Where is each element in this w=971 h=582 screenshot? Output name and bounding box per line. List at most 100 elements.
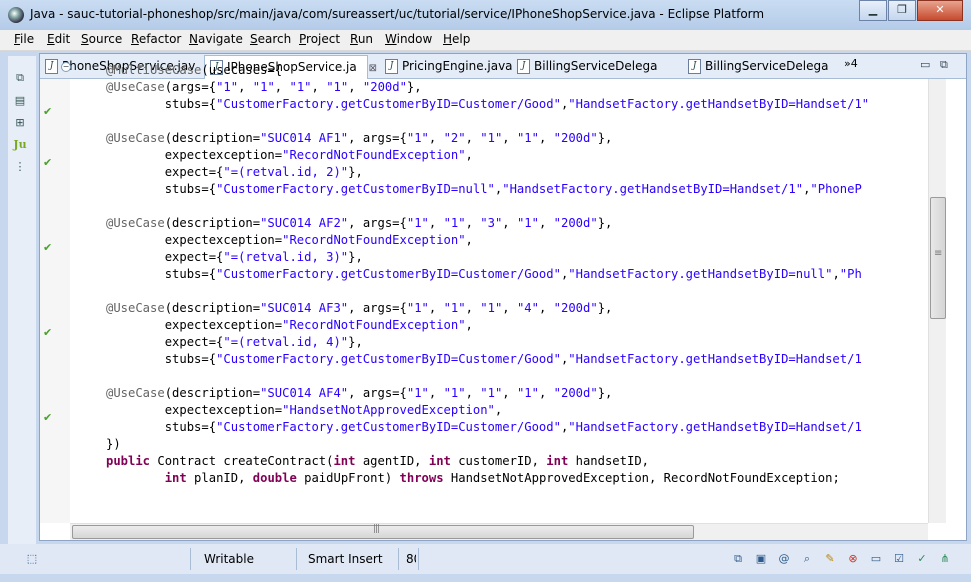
code-token: , — [832, 267, 840, 281]
code-token: }, — [597, 131, 613, 145]
passed-check-icon: ✔ — [43, 241, 53, 254]
code-token: "Ph — [839, 267, 862, 281]
code-line: expectexception="RecordNotFoundException… — [106, 147, 928, 164]
menu-window[interactable]: Window — [385, 32, 432, 46]
code-token: "1" — [443, 216, 466, 230]
code-token: }, — [348, 335, 363, 349]
code-token: "=(retval.id, 2)" — [223, 165, 349, 179]
code-token: "1" — [326, 80, 349, 94]
code-token: stubs={ — [106, 182, 217, 196]
code-token: "1" — [406, 301, 429, 315]
code-token: "SUC014 AF1" — [260, 131, 349, 145]
maximize-view-icon[interactable]: ⧉ — [940, 58, 948, 72]
code-token: , — [465, 131, 481, 145]
code-line: expect={"=(retval.id, 2)"}, — [106, 164, 928, 181]
at-icon[interactable]: @ — [776, 551, 792, 567]
code-token: "HandsetFactory.getHandsetByID=Handset/1 — [568, 352, 862, 366]
code-token: "CustomerFactory.getCustomerByID=Custome… — [216, 420, 561, 434]
pin-icon[interactable]: ✎ — [822, 551, 838, 567]
error-icon[interactable]: ⊗ — [845, 551, 861, 567]
code-token: "SUC014 AF4" — [260, 386, 349, 400]
code-token: , — [428, 131, 444, 145]
window-title: Java - sauc-tutorial-phoneshop/src/main/… — [30, 7, 765, 21]
code-token: (description= — [164, 216, 261, 230]
code-line: public Contract createContract(int agent… — [106, 453, 928, 470]
horizontal-scroll-thumb[interactable] — [72, 524, 694, 539]
code-token: "3" — [480, 216, 503, 230]
search-icon[interactable]: ⌕ — [799, 551, 815, 567]
menu-help[interactable]: Help — [443, 32, 470, 46]
menu-navigate[interactable]: Navigate — [189, 32, 243, 46]
code-token: , — [465, 148, 473, 162]
menu-search[interactable]: Search — [250, 32, 291, 46]
code-token: planID, — [186, 471, 253, 485]
restore-icon[interactable]: ⧉ — [12, 70, 28, 86]
code-token: @UseCase — [106, 131, 165, 145]
code-token: @MultiUseCase — [106, 63, 202, 77]
status-separator — [418, 548, 419, 570]
passed-check-icon: ✔ — [43, 156, 53, 169]
code-token: (args={ — [164, 80, 217, 94]
code-line: stubs={"CustomerFactory.getCustomerByID=… — [106, 96, 928, 113]
code-token: , — [428, 216, 444, 230]
code-token: "1" — [216, 80, 239, 94]
fast-view-icon[interactable]: ⬚ — [24, 551, 40, 567]
vertical-scroll-thumb[interactable] — [930, 197, 946, 319]
code-token: public — [106, 454, 151, 468]
monitor-icon[interactable]: ▭ — [868, 551, 884, 567]
maximize-button[interactable]: ❐ — [888, 0, 916, 21]
code-token: , — [465, 301, 481, 315]
code-area[interactable]: @MultiUseCase(usecases={@UseCase(args={"… — [106, 62, 928, 498]
code-token: stubs={ — [106, 97, 217, 111]
horizontal-scrollbar[interactable] — [70, 523, 928, 540]
code-token: , — [274, 80, 290, 94]
hierarchy-icon[interactable]: ⊞ — [12, 115, 28, 131]
code-token: "CustomerFactory.getCustomerByID=Custome… — [216, 352, 561, 366]
code-token: int — [428, 454, 451, 468]
code-token: "200d" — [553, 301, 598, 315]
vertical-scrollbar[interactable] — [928, 79, 946, 523]
menu-project[interactable]: Project — [299, 32, 340, 46]
code-token: expect={ — [106, 335, 224, 349]
code-token: expectexception= — [106, 233, 283, 247]
code-line: expectexception="HandsetNotApprovedExcep… — [106, 402, 928, 419]
code-line: @UseCase(description="SUC014 AF4", args=… — [106, 385, 928, 402]
code-token: (usecases={ — [201, 63, 283, 77]
image-icon[interactable]: ▣ — [753, 551, 769, 567]
code-line: @UseCase(description="SUC014 AF1", args=… — [106, 130, 928, 147]
code-token: "CustomerFactory.getCustomerByID=Custome… — [216, 97, 561, 111]
java-editor: J PhoneShopService.jav J IPhoneShopServi… — [39, 53, 967, 541]
menu-edit[interactable]: Edit — [47, 32, 70, 46]
junit-icon[interactable]: Ju — [12, 137, 28, 153]
code-line: int planID, double paidUpFront) throws H… — [106, 470, 928, 487]
code-token: paidUpFront) — [296, 471, 400, 485]
window-controls: ▁ ❐ ✕ — [858, 0, 963, 21]
menu-file[interactable]: File — [14, 32, 34, 46]
menu-source[interactable]: Source — [81, 32, 122, 46]
code-token: "200d" — [553, 216, 598, 230]
code-token: handsetID, — [568, 454, 649, 468]
code-token: , — [348, 80, 363, 94]
menu-run[interactable]: Run — [350, 32, 373, 46]
code-token: "1" — [516, 131, 539, 145]
task-icon[interactable]: ☑ — [891, 551, 907, 567]
code-token: "1" — [480, 131, 503, 145]
menu-refactor[interactable]: Refactor — [131, 32, 181, 46]
tree-icon[interactable]: ⋔ — [937, 551, 953, 567]
code-token: "200d" — [362, 80, 407, 94]
code-token: , — [502, 386, 517, 400]
view-icon[interactable]: ⧉ — [730, 551, 746, 567]
code-token: "200d" — [553, 386, 598, 400]
check-icon[interactable]: ✓ — [914, 551, 930, 567]
outline-icon[interactable]: ⋮ — [12, 159, 28, 175]
annotation-ruler: ✔ ✔ ✔ ✔ ✔ — [40, 79, 70, 523]
minimize-button[interactable]: ▁ — [859, 0, 887, 21]
fold-collapse-icon[interactable]: − — [61, 62, 71, 72]
package-explorer-icon[interactable]: ▤ — [12, 93, 28, 109]
title-bar: Java - sauc-tutorial-phoneshop/src/main/… — [0, 0, 971, 30]
java-file-icon: J — [45, 59, 58, 74]
code-token: , — [502, 216, 517, 230]
close-button[interactable]: ✕ — [917, 0, 963, 21]
